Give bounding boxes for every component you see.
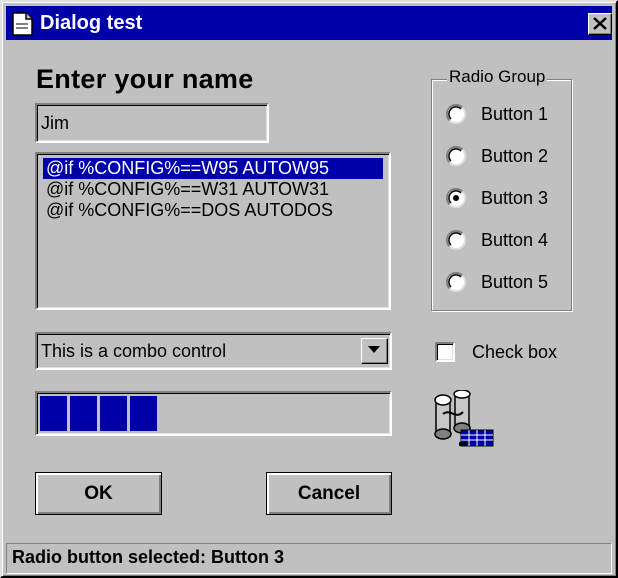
ok-button[interactable]: OK [35, 472, 162, 515]
combo-value: This is a combo control [41, 341, 227, 361]
list-item[interactable]: @if %CONFIG%==DOS AUTODOS [43, 200, 383, 221]
document-icon [12, 12, 34, 36]
radio-label: Button 3 [481, 188, 549, 208]
radio-label: Button 4 [481, 230, 549, 250]
close-icon [593, 17, 607, 30]
config-listbox[interactable]: @if %CONFIG%==W95 AUTOW95 @if %CONFIG%==… [35, 152, 391, 310]
chevron-down-icon [368, 346, 380, 353]
status-text: Radio button selected: Button 3 [12, 547, 284, 567]
radio-button-2[interactable]: Button 2 [446, 144, 572, 168]
radio-group-label: Radio Group [447, 66, 548, 88]
name-input[interactable]: Jim [35, 103, 269, 143]
radio-label: Button 5 [481, 272, 549, 292]
radio-checked-icon [446, 188, 466, 208]
progress-block [100, 396, 127, 431]
status-bar: Radio button selected: Button 3 [6, 543, 612, 574]
radio-label: Button 2 [481, 146, 549, 166]
combo-dropdown-button[interactable] [361, 338, 388, 364]
progress-block [70, 396, 97, 431]
checkbox-square[interactable] [435, 342, 455, 362]
radio-unchecked-icon [446, 272, 466, 292]
checkbox-label: Check box [472, 342, 558, 362]
radio-button-1[interactable]: Button 1 [446, 102, 572, 126]
title-bar[interactable]: Dialog test [6, 6, 612, 40]
progress-block [130, 396, 157, 431]
progress-fill [40, 396, 157, 431]
radio-unchecked-icon [446, 230, 466, 250]
name-input-value: Jim [41, 113, 69, 133]
list-item[interactable]: @if %CONFIG%==W31 AUTOW31 [43, 179, 383, 200]
name-heading: Enter your name [36, 64, 254, 94]
progress-block [40, 396, 67, 431]
radio-button-5[interactable]: Button 5 [446, 270, 572, 294]
combo-box[interactable]: This is a combo control [35, 332, 392, 370]
radio-unchecked-icon [446, 104, 466, 124]
radio-button-3[interactable]: Button 3 [446, 186, 572, 210]
window-title: Dialog test [40, 12, 143, 34]
radio-label: Button 1 [481, 104, 549, 124]
list-item[interactable]: @if %CONFIG%==W95 AUTOW95 [43, 158, 383, 179]
film-reel-icon [433, 389, 505, 454]
close-button[interactable] [588, 13, 612, 35]
radio-button-4[interactable]: Button 4 [446, 228, 572, 252]
check-box[interactable]: Check box [435, 340, 585, 364]
progress-bar [35, 391, 392, 436]
radio-unchecked-icon [446, 146, 466, 166]
dialog-window: Dialog test Enter your name Jim @if %CON… [0, 0, 618, 578]
cancel-button[interactable]: Cancel [266, 472, 392, 515]
